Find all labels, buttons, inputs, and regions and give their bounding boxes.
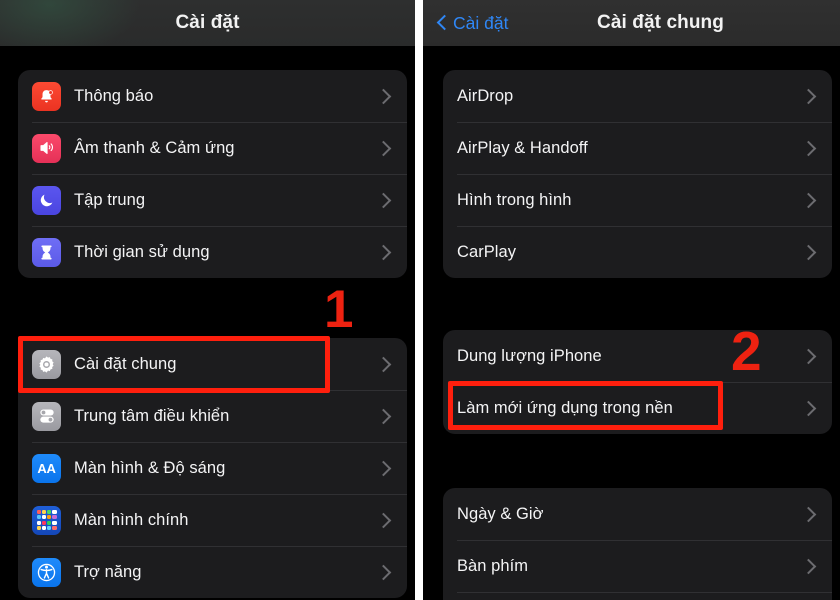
aa-glyph: AA [37,460,56,476]
general-row-iphone-storage[interactable]: Dung lượng iPhone [443,330,832,382]
settings-row-general[interactable]: Cài đặt chung [18,338,407,390]
aa-text-icon: AA [32,453,61,483]
page-title: Cài đặt [175,12,240,33]
settings-row-label: Màn hình chính [74,510,189,529]
settings-group-general: Cài đặt chung Trung tâm điều khiển AA Mà… [18,338,407,598]
chevron-right-icon [800,400,817,416]
app-grid-dots [36,510,57,530]
left-settings-list[interactable]: Thông báo Âm thanh & Cảm ứng Tập trung T… [0,46,415,600]
settings-row-home-screen[interactable]: Màn hình chính [18,494,407,546]
accessibility-icon [32,557,61,587]
settings-row-focus[interactable]: Tập trung [18,174,407,226]
right-navigation-bar: Cài đặt Cài đặt chung [423,0,840,46]
app-grid-icon [32,505,61,535]
general-row-partial[interactable] [443,592,832,600]
settings-row-control-center[interactable]: Trung tâm điều khiển [18,390,407,442]
speaker-icon [32,133,61,163]
settings-row-label: CarPlay [457,242,517,261]
chevron-right-icon [375,192,392,208]
chevron-right-icon [375,244,392,260]
general-row-keyboard[interactable]: Bàn phím [443,540,832,592]
settings-row-label: Trung tâm điều khiển [74,406,230,425]
right-settings-list[interactable]: AirDrop AirPlay & Handoff Hình trong hìn… [423,46,840,600]
settings-row-label: AirDrop [457,86,514,105]
settings-row-label: Dung lượng iPhone [457,346,602,365]
settings-group-notifications: Thông báo Âm thanh & Cảm ứng Tập trung T… [18,70,407,278]
settings-row-label: Làm mới ứng dụng trong nền [457,398,673,417]
chevron-right-icon [375,564,392,580]
settings-row-label: Màn hình & Độ sáng [74,458,226,477]
back-button[interactable]: Cài đặt [435,11,510,36]
chevron-right-icon [375,140,392,156]
settings-row-display-brightness[interactable]: AA Màn hình & Độ sáng [18,442,407,494]
settings-row-label: Cài đặt chung [74,354,177,373]
chevron-right-icon [375,460,392,476]
chevron-right-icon [375,356,392,372]
chevron-right-icon [800,88,817,104]
chevron-right-icon [375,408,392,424]
back-button-label: Cài đặt [453,12,509,33]
settings-row-label: Bàn phím [457,556,529,575]
chevron-right-icon [800,558,817,574]
general-row-background-app-refresh[interactable]: Làm mới ứng dụng trong nền [443,382,832,434]
chevron-right-icon [375,88,392,104]
general-group-connectivity: AirDrop AirPlay & Handoff Hình trong hìn… [443,70,832,278]
moon-icon [32,185,61,215]
general-settings-screen-panel: Cài đặt Cài đặt chung AirDrop AirPlay & … [423,0,840,600]
settings-row-label: Tập trung [74,190,146,209]
settings-row-label: Thông báo [74,86,154,105]
settings-row-accessibility[interactable]: Trợ năng [18,546,407,598]
general-row-picture-in-picture[interactable]: Hình trong hình [443,174,832,226]
general-row-date-time[interactable]: Ngày & Giờ [443,488,832,540]
general-group-storage: Dung lượng iPhone Làm mới ứng dụng trong… [443,330,832,434]
panel-divider [415,0,423,600]
chevron-left-icon [437,14,448,33]
settings-row-label: AirPlay & Handoff [457,138,588,157]
chevron-right-icon [800,506,817,522]
hourglass-icon [32,237,61,267]
general-row-airplay-handoff[interactable]: AirPlay & Handoff [443,122,832,174]
settings-row-label: Thời gian sử dụng [74,242,210,261]
screenshot-root: Cài đặt Thông báo Âm thanh & Cảm ứng Tập… [0,0,840,600]
settings-screen-panel: Cài đặt Thông báo Âm thanh & Cảm ứng Tập… [0,0,415,600]
settings-row-label: Hình trong hình [457,190,572,209]
settings-row-sounds-haptics[interactable]: Âm thanh & Cảm ứng [18,122,407,174]
chevron-right-icon [800,348,817,364]
general-row-airdrop[interactable]: AirDrop [443,70,832,122]
chevron-right-icon [800,192,817,208]
settings-row-label: Ngày & Giờ [457,504,544,523]
settings-row-notifications[interactable]: Thông báo [18,70,407,122]
toggles-icon [32,401,61,431]
left-navigation-bar: Cài đặt [0,0,415,46]
chevron-right-icon [800,244,817,260]
settings-row-label: Trợ năng [74,562,142,581]
general-row-carplay[interactable]: CarPlay [443,226,832,278]
gear-icon [32,349,61,379]
chevron-right-icon [375,512,392,528]
settings-row-label: Âm thanh & Cảm ứng [74,138,235,157]
general-group-datetime-keyboard: Ngày & Giờ Bàn phím [443,488,832,600]
chevron-right-icon [800,140,817,156]
bell-icon [32,81,61,111]
settings-row-screen-time[interactable]: Thời gian sử dụng [18,226,407,278]
